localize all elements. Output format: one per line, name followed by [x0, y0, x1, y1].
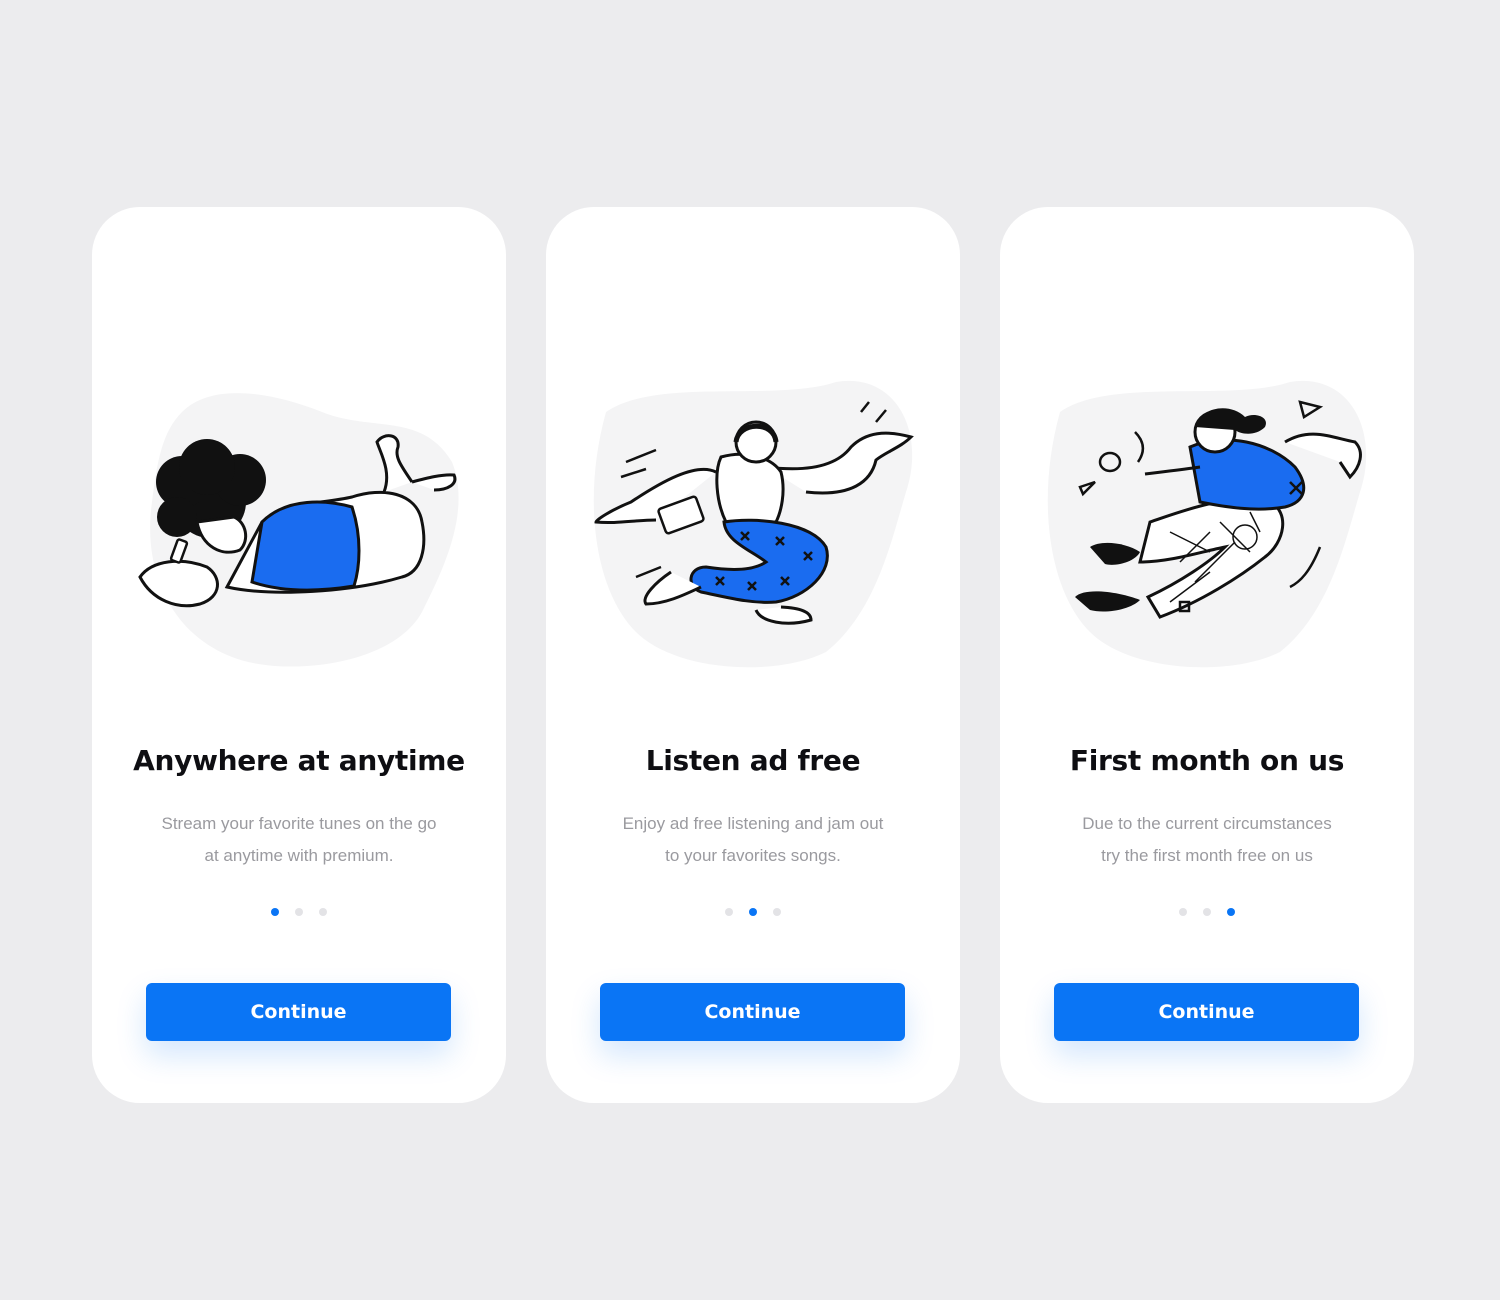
card-description: Enjoy ad free listening and jam out to y…: [586, 808, 920, 872]
description-line-1: Enjoy ad free listening and jam out: [622, 814, 884, 833]
card-title: Anywhere at anytime: [133, 744, 465, 777]
page-dot-3[interactable]: [1227, 908, 1235, 916]
continue-button[interactable]: Continue: [1054, 983, 1359, 1041]
description-line-1: Due to the current circumstances: [1082, 814, 1332, 833]
page-dot-3[interactable]: [773, 908, 781, 916]
card-title: Listen ad free: [645, 744, 861, 777]
person-dancing-with-headphones-illustration: [576, 372, 930, 672]
page-dot-2[interactable]: [749, 908, 757, 916]
description-line-1: Stream your favorite tunes on the go: [161, 814, 437, 833]
onboarding-card-2: Listen ad free Enjoy ad free listening a…: [546, 207, 960, 1103]
person-lying-with-phone-illustration: [122, 372, 476, 672]
page-dot-1[interactable]: [271, 908, 279, 916]
page-dot-1[interactable]: [725, 908, 733, 916]
description-line-2: to your favorites songs.: [665, 846, 841, 865]
continue-button[interactable]: Continue: [146, 983, 451, 1041]
onboarding-card-1: Anywhere at anytime Stream your favorite…: [92, 207, 506, 1103]
page-dot-2[interactable]: [1203, 908, 1211, 916]
description-line-2: at anytime with premium.: [204, 846, 394, 865]
card-title: First month on us: [1069, 744, 1345, 777]
onboarding-card-3: First month on us Due to the current cir…: [1000, 207, 1414, 1103]
continue-button[interactable]: Continue: [600, 983, 905, 1041]
person-jumping-illustration: [1030, 372, 1384, 672]
page-dot-3[interactable]: [319, 908, 327, 916]
page-dot-2[interactable]: [295, 908, 303, 916]
card-description: Stream your favorite tunes on the go at …: [132, 808, 466, 872]
description-line-2: try the first month free on us: [1101, 846, 1313, 865]
page-indicator: [546, 908, 960, 916]
card-description: Due to the current circumstances try the…: [1040, 808, 1374, 872]
page-indicator: [1000, 908, 1414, 916]
page-dot-1[interactable]: [1179, 908, 1187, 916]
page-indicator: [92, 908, 506, 916]
